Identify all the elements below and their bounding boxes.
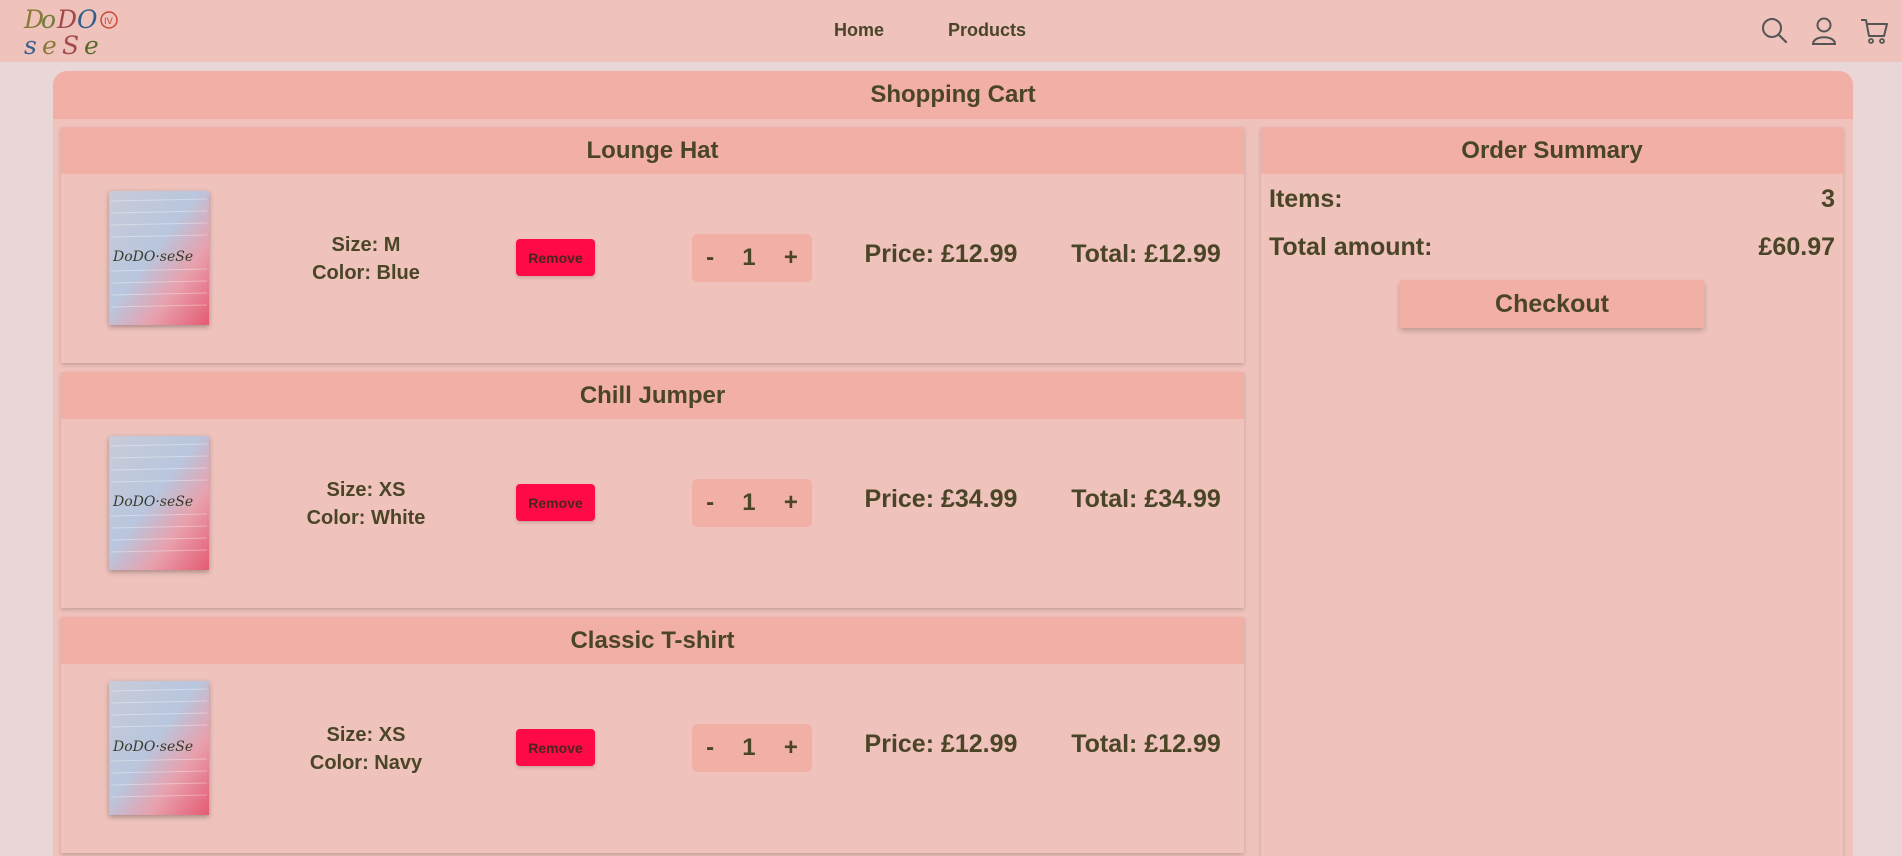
thumb-label: DoDO·seSe (112, 249, 193, 265)
quantity-stepper: - 1 + (692, 479, 812, 527)
svg-text:O: O (77, 5, 98, 34)
items-count-label: Items: (1269, 185, 1343, 213)
item-name: Chill Jumper (61, 372, 1244, 419)
cart-title: Shopping Cart (53, 71, 1853, 119)
quantity-value: 1 (742, 489, 756, 516)
item-total: Total: £34.99 (1071, 485, 1221, 513)
total-amount-label: Total amount: (1269, 233, 1433, 261)
shopping-cart-panel: Shopping Cart Lounge Hat DoDO·seSe Size:… (53, 71, 1853, 856)
total-amount-row: Total amount: £60.97 (1269, 233, 1835, 262)
quantity-value: 1 (742, 734, 756, 761)
item-price: Price: £12.99 (864, 730, 1018, 758)
decrease-button[interactable]: - (706, 734, 714, 762)
brand-logo[interactable]: D o D O IV s e S e (22, 4, 126, 60)
main-nav: Home Products (834, 20, 1026, 41)
svg-text:e: e (42, 31, 57, 58)
item-name: Lounge Hat (61, 127, 1244, 174)
top-navigation-bar: D o D O IV s e S e Home Products (0, 0, 1902, 62)
thumb-label: DoDO·seSe (112, 739, 193, 755)
item-color: Color: Navy (309, 752, 423, 774)
items-count-row: Items: 3 (1269, 185, 1835, 214)
increase-button[interactable]: + (784, 734, 798, 762)
item-color: Color: Blue (312, 262, 420, 284)
item-name: Classic T-shirt (61, 617, 1244, 664)
logo-graphic: D o D O IV s e S e (23, 5, 118, 60)
svg-text:IV: IV (104, 17, 114, 27)
cart-item: Lounge Hat DoDO·seSe Size: M Color: Blue… (61, 127, 1244, 363)
nav-products-link[interactable]: Products (948, 20, 1026, 41)
item-size: Size: XS (326, 479, 406, 501)
cart-item: Classic T-shirt DoDO·seSe Size: XS Color… (61, 617, 1244, 853)
product-image[interactable]: DoDO·seSe (109, 681, 209, 815)
header-icons (1760, 16, 1888, 46)
item-total: Total: £12.99 (1071, 240, 1221, 268)
item-size: Size: XS (326, 724, 406, 746)
item-size: Size: M (331, 234, 401, 256)
cart-icon[interactable] (1860, 16, 1888, 46)
user-icon[interactable] (1810, 16, 1838, 46)
item-specs: Size: M Color: Blue (281, 231, 451, 287)
total-amount-value: £60.97 (1758, 233, 1835, 261)
product-image[interactable]: DoDO·seSe (109, 436, 209, 570)
checkout-button[interactable]: Checkout (1400, 280, 1704, 328)
increase-button[interactable]: + (784, 489, 798, 517)
remove-button[interactable]: Remove (516, 729, 595, 766)
svg-text:o: o (41, 5, 56, 34)
svg-text:D: D (56, 5, 77, 34)
svg-text:e: e (84, 31, 99, 58)
quantity-value: 1 (742, 244, 756, 271)
increase-button[interactable]: + (784, 244, 798, 272)
item-specs: Size: XS Color: White (281, 476, 451, 532)
svg-text:S: S (62, 31, 79, 58)
remove-button[interactable]: Remove (516, 484, 595, 521)
cart-item: Chill Jumper DoDO·seSe Size: XS Color: W… (61, 372, 1244, 608)
item-color: Color: White (306, 507, 426, 529)
quantity-stepper: - 1 + (692, 724, 812, 772)
items-count-value: 3 (1821, 185, 1835, 213)
order-summary-panel: Order Summary Items: 3 Total amount: £60… (1261, 127, 1843, 856)
product-image[interactable]: DoDO·seSe (109, 191, 209, 325)
order-summary-title: Order Summary (1261, 127, 1843, 174)
item-total: Total: £12.99 (1071, 730, 1221, 758)
item-price: Price: £12.99 (864, 240, 1018, 268)
search-icon[interactable] (1760, 16, 1788, 46)
remove-button[interactable]: Remove (516, 239, 595, 276)
item-price: Price: £34.99 (864, 485, 1018, 513)
thumb-label: DoDO·seSe (112, 494, 193, 510)
quantity-stepper: - 1 + (692, 234, 812, 282)
decrease-button[interactable]: - (706, 244, 714, 272)
nav-home-link[interactable]: Home (834, 20, 884, 41)
decrease-button[interactable]: - (706, 489, 714, 517)
item-specs: Size: XS Color: Navy (281, 721, 451, 777)
svg-text:s: s (24, 31, 37, 58)
